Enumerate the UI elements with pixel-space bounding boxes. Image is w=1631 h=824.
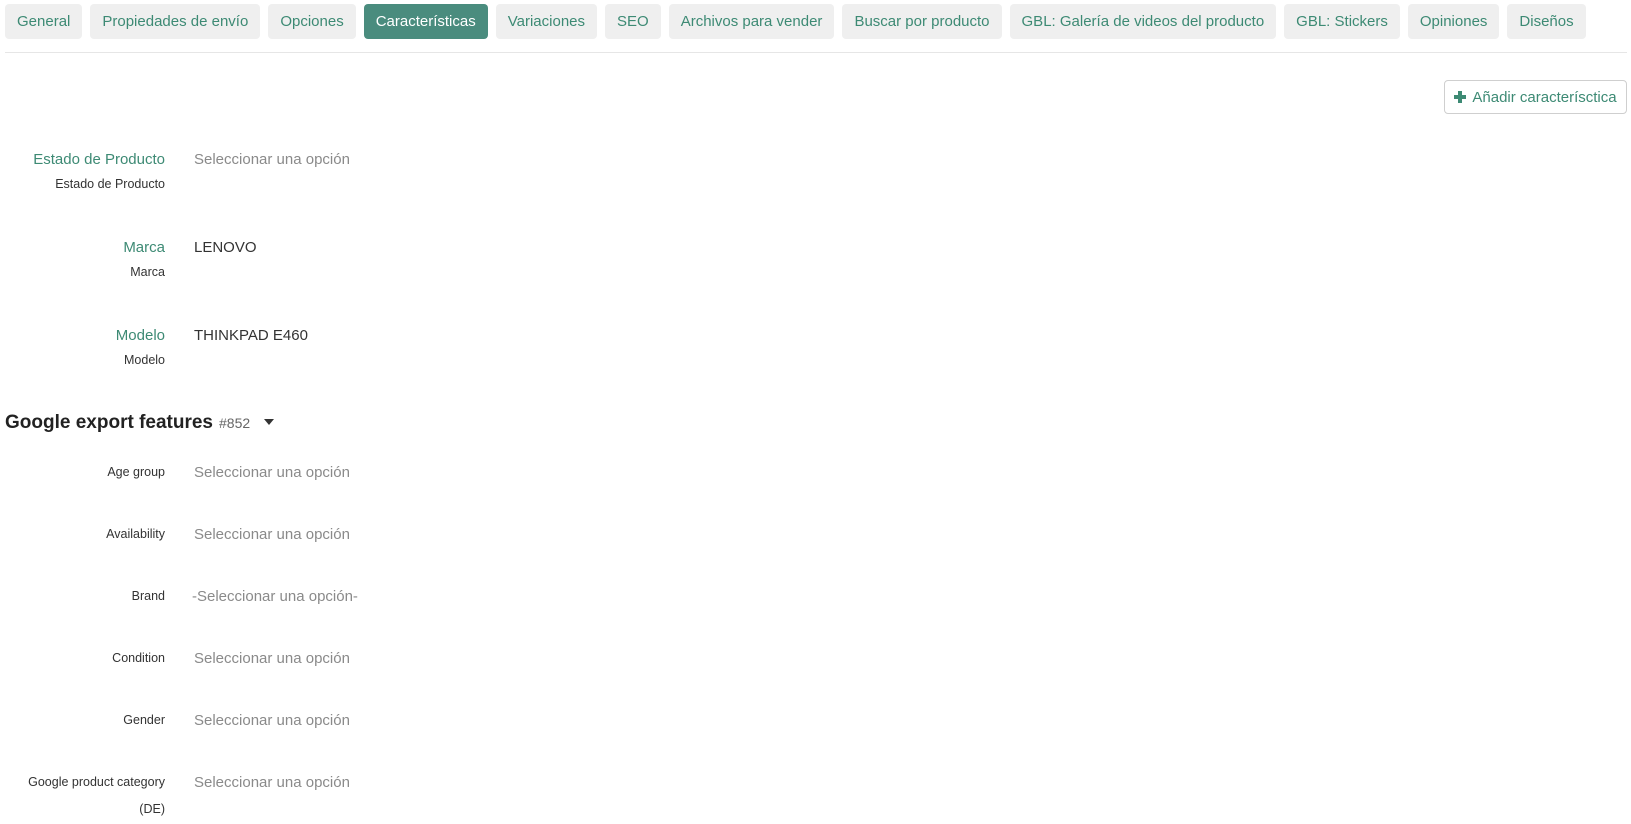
tab-layouts[interactable]: Diseños [1507, 4, 1586, 39]
feature-label: Modelo [115, 327, 165, 344]
tab-variations[interactable]: Variaciones [495, 4, 597, 39]
tab-bar: General Propiedades de envío Opciones Ca… [5, 4, 1627, 53]
feature-sublabel: Marca [130, 265, 165, 279]
group-id: #852 [219, 415, 251, 431]
add-feature-button[interactable]: Añadir caracterísctica [1444, 80, 1627, 114]
feature-sublabel: Modelo [124, 353, 165, 367]
field-select[interactable]: Seleccionar una opción [194, 707, 350, 734]
field-label: Brand [131, 589, 165, 603]
tab-seo[interactable]: SEO [605, 4, 661, 39]
tab-gbl-stickers[interactable]: GBL: Stickers [1284, 4, 1400, 39]
caret-down-icon[interactable] [264, 419, 275, 425]
tab-general[interactable]: General [5, 4, 83, 39]
tab-search-by-product[interactable]: Buscar por producto [842, 4, 1002, 39]
feature-label: Estado de Producto [33, 151, 165, 168]
tab-gbl-video-gallery[interactable]: GBL: Galería de videos del producto [1009, 4, 1277, 39]
field-select[interactable]: Seleccionar una opción [194, 459, 350, 486]
tab-options[interactable]: Opciones [268, 4, 356, 39]
feature-sublabel: Estado de Producto [55, 177, 165, 191]
feature-select[interactable]: Seleccionar una opción [194, 151, 350, 168]
feature-group-header: Google export features #852 [5, 412, 275, 434]
feature-select[interactable]: THINKPAD E460 [194, 327, 308, 344]
tab-shipping-properties[interactable]: Propiedades de envío [90, 4, 261, 39]
group-title: Google export features [5, 412, 213, 433]
tab-features[interactable]: Características [363, 4, 488, 39]
add-feature-label: Añadir caracterísctica [1472, 88, 1617, 106]
tab-reviews[interactable]: Opiniones [1407, 4, 1500, 39]
plus-icon [1454, 91, 1467, 103]
field-label: Availability [106, 527, 165, 541]
field-label: Condition [112, 651, 165, 665]
field-select[interactable]: -Seleccionar una opción- [192, 583, 358, 610]
feature-select[interactable]: LENOVO [194, 239, 257, 256]
field-label: Age group [107, 465, 165, 479]
field-select[interactable]: Seleccionar una opción [194, 645, 350, 672]
feature-label: Marca [123, 239, 165, 256]
tab-files-to-sell[interactable]: Archivos para vender [668, 4, 835, 39]
field-label: Gender [123, 713, 165, 727]
field-select[interactable]: Seleccionar una opción [194, 521, 350, 548]
field-select[interactable]: Seleccionar una opción [194, 769, 350, 796]
field-label: Google product category (DE) [28, 775, 165, 816]
